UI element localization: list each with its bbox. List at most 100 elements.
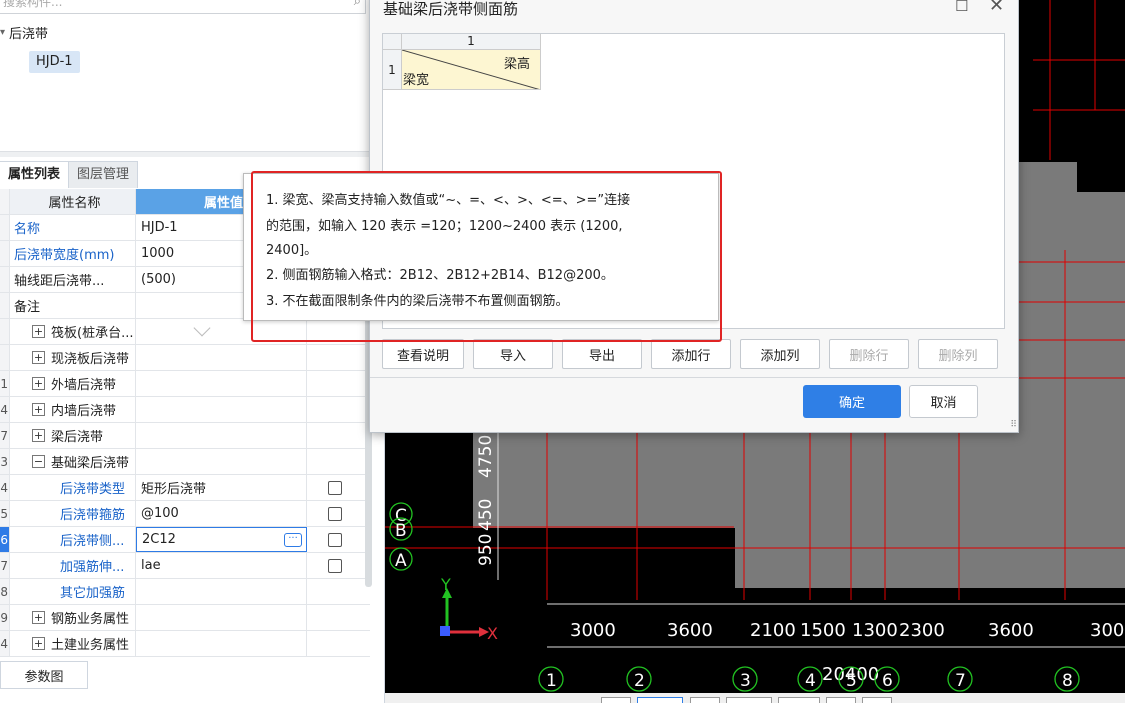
more-options-icon[interactable]: ··· bbox=[284, 532, 302, 547]
row-number bbox=[0, 215, 10, 240]
property-row[interactable]: 9 + 钢筋业务属性 bbox=[0, 605, 370, 631]
property-value-cell[interactable]: 2C12 ··· bbox=[136, 527, 307, 552]
ok-button[interactable]: 确定 bbox=[803, 385, 901, 418]
property-name: 外墙后浇带 bbox=[51, 378, 117, 393]
toolbar-button[interactable] bbox=[862, 697, 892, 703]
toolbar-button[interactable] bbox=[637, 697, 683, 703]
property-row[interactable]: 1 + 外墙后浇带 bbox=[0, 371, 370, 397]
toolbar-button[interactable] bbox=[778, 697, 820, 703]
property-value-cell[interactable] bbox=[136, 631, 307, 656]
property-name-cell: 名称 bbox=[10, 215, 136, 240]
property-row[interactable]: 4 + 内墙后浇带 bbox=[0, 397, 370, 423]
property-value-cell[interactable]: @100 bbox=[136, 501, 307, 526]
delete-column-button[interactable]: 删除列 bbox=[918, 339, 998, 369]
property-name-cell: 轴线距后浇带... bbox=[10, 267, 136, 292]
property-value-cell[interactable] bbox=[136, 605, 307, 630]
expand-icon[interactable]: + bbox=[32, 377, 45, 390]
property-value-cell[interactable]: lae bbox=[136, 553, 307, 578]
property-value: lae bbox=[141, 558, 161, 573]
property-value-cell[interactable] bbox=[136, 345, 307, 370]
expand-icon[interactable]: + bbox=[32, 611, 45, 624]
expand-icon[interactable]: + bbox=[32, 403, 45, 416]
toolbar-button[interactable] bbox=[726, 697, 772, 703]
export-button[interactable]: 导出 bbox=[562, 339, 642, 369]
attach-checkbox[interactable] bbox=[328, 558, 342, 573]
panel-splitter[interactable] bbox=[0, 151, 370, 157]
expand-icon[interactable]: + bbox=[32, 325, 45, 338]
resize-grip-icon[interactable]: ⠿ bbox=[1010, 420, 1017, 430]
property-row[interactable]: 4 后浇带类型 矩形后浇带 bbox=[0, 475, 370, 501]
property-name: 后浇带侧... bbox=[60, 534, 125, 549]
property-name: 后浇带类型 bbox=[60, 482, 126, 497]
import-button[interactable]: 导入 bbox=[473, 339, 553, 369]
dimension-label: 1500 bbox=[800, 620, 846, 641]
axis-number: 7 bbox=[955, 671, 966, 691]
expand-icon[interactable]: + bbox=[32, 637, 45, 650]
axis-letter-bubbles: CBA bbox=[389, 502, 413, 571]
expand-icon[interactable]: + bbox=[32, 351, 45, 364]
column-header-name: 属性名称 bbox=[10, 189, 136, 214]
property-row[interactable]: 3− 基础梁后浇带 bbox=[0, 449, 370, 475]
attach-checkbox-cell bbox=[307, 449, 363, 474]
search-icon[interactable]: ⌕ bbox=[354, 0, 361, 9]
grid-corner bbox=[383, 34, 402, 50]
vertical-dimension-label: 4750 bbox=[476, 435, 496, 478]
property-row[interactable]: 4 + 土建业务属性 bbox=[0, 631, 370, 657]
attach-checkbox[interactable] bbox=[328, 506, 342, 521]
row-number: 7 bbox=[0, 553, 10, 578]
collapse-icon[interactable]: − bbox=[32, 455, 45, 468]
dimension-label: 3600 bbox=[988, 620, 1034, 641]
row-number bbox=[0, 293, 10, 318]
axis-number: 5 bbox=[846, 671, 857, 691]
tree-group-node[interactable]: ▾ 后浇带 bbox=[0, 22, 48, 42]
property-value-cell[interactable] bbox=[136, 579, 307, 604]
property-name-cell: + 梁后浇带 bbox=[10, 423, 136, 448]
property-value-cell[interactable] bbox=[136, 397, 307, 422]
property-name-cell: 后浇带类型 bbox=[10, 475, 136, 500]
toolbar-button[interactable] bbox=[826, 697, 856, 703]
component-search[interactable]: ⌕ bbox=[0, 0, 366, 14]
row-number: 4 bbox=[0, 397, 10, 422]
property-value-cell[interactable] bbox=[136, 449, 307, 474]
property-row[interactable]: 7 + 梁后浇带 bbox=[0, 423, 370, 449]
grid-diagonal-cell[interactable]: 梁高 梁宽 bbox=[402, 50, 541, 90]
row-number: 9 bbox=[0, 605, 10, 630]
property-name: 备注 bbox=[14, 300, 41, 315]
close-icon[interactable]: ✕ bbox=[989, 0, 1004, 15]
grid-row-header[interactable]: 1 bbox=[383, 50, 402, 90]
add-column-button[interactable]: 添加列 bbox=[740, 339, 820, 369]
dimension-label: 1300 bbox=[852, 620, 898, 641]
property-row[interactable]: 6 后浇带侧... 2C12 ··· bbox=[0, 527, 370, 553]
tab-layer-management[interactable]: 图层管理 bbox=[68, 161, 139, 188]
property-value-cell[interactable]: 矩形后浇带 bbox=[136, 475, 307, 500]
vertical-dimension-label: 950 bbox=[476, 534, 496, 566]
property-row[interactable]: + 现浇板后浇带 bbox=[0, 345, 370, 371]
toolbar-button[interactable] bbox=[601, 697, 631, 703]
param-diagram-button[interactable]: 参数图 bbox=[0, 661, 88, 689]
property-value: HJD-1 bbox=[141, 220, 178, 235]
search-input[interactable] bbox=[0, 0, 325, 11]
property-row[interactable]: 7 加强筋伸... lae bbox=[0, 553, 370, 579]
attach-checkbox[interactable] bbox=[328, 532, 342, 547]
attach-checkbox[interactable] bbox=[328, 480, 342, 495]
slab-area-lower bbox=[734, 528, 1125, 588]
maximize-icon[interactable]: ☐ bbox=[955, 0, 969, 14]
property-row[interactable]: 5 后浇带箍筋 @100 bbox=[0, 501, 370, 527]
ucs-x-label: X bbox=[487, 624, 498, 643]
property-name-cell: + 外墙后浇带 bbox=[10, 371, 136, 396]
view-instructions-button[interactable]: 查看说明 bbox=[382, 339, 464, 369]
chevron-down-icon[interactable]: ▾ bbox=[0, 27, 5, 38]
delete-row-button[interactable]: 删除行 bbox=[829, 339, 909, 369]
toolbar-button[interactable] bbox=[690, 697, 720, 703]
property-value-cell[interactable] bbox=[136, 371, 307, 396]
dialog-title: 基础梁后浇带侧面筋 bbox=[383, 0, 519, 18]
property-row[interactable]: 8 其它加强筋 bbox=[0, 579, 370, 605]
dialog-divider bbox=[370, 377, 1018, 378]
cancel-button[interactable]: 取消 bbox=[909, 385, 978, 418]
tree-item-hjd-1[interactable]: HJD-1 bbox=[29, 51, 80, 73]
property-value-cell[interactable] bbox=[136, 423, 307, 448]
grid-column-header[interactable]: 1 bbox=[402, 34, 541, 50]
expand-icon[interactable]: + bbox=[32, 429, 45, 442]
add-row-button[interactable]: 添加行 bbox=[651, 339, 731, 369]
tab-property-list[interactable]: 属性列表 bbox=[0, 161, 70, 188]
